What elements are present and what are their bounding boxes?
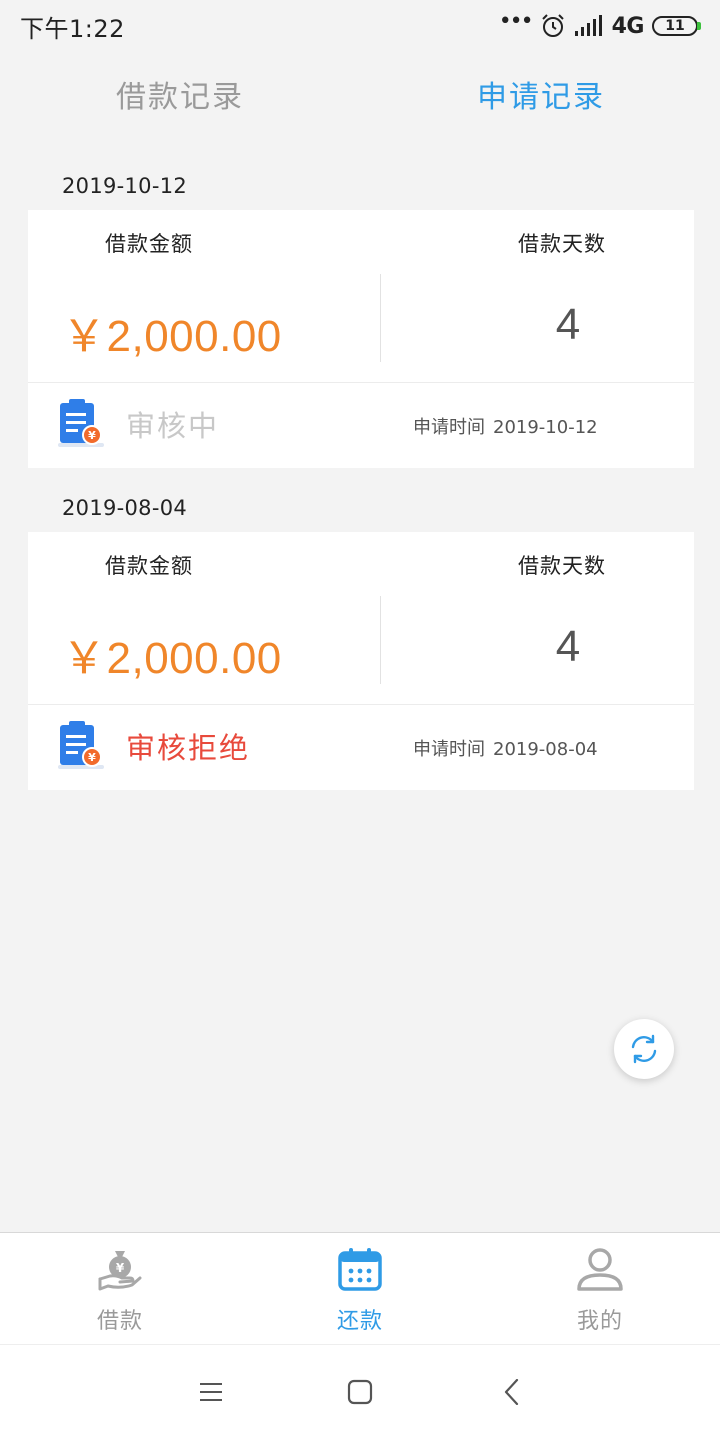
refresh-icon — [631, 1034, 657, 1064]
battery-tip — [697, 22, 701, 30]
status-badge: 审核中 — [126, 409, 220, 443]
bottom-nav: ¥ 借款 还款 我的 — [0, 1232, 720, 1344]
nav-label: 借款 — [96, 1309, 143, 1334]
home-icon[interactable] — [347, 1379, 373, 1405]
back-icon[interactable] — [499, 1379, 525, 1405]
days-value: 4 — [555, 300, 581, 349]
record-tabs: 借款记录 申请记录 — [0, 70, 720, 130]
record-date: 2019-10-12 — [62, 174, 188, 198]
days-value: 4 — [555, 622, 581, 671]
alarm-icon — [541, 14, 564, 37]
apply-time-label: 申请时间 — [413, 417, 485, 438]
calendar-icon — [338, 1248, 382, 1291]
apply-time-value: 2019-10-12 — [493, 417, 598, 438]
refresh-button[interactable] — [614, 1019, 674, 1079]
system-nav-bar — [0, 1344, 720, 1440]
network-type: 4G — [611, 13, 645, 39]
nav-label: 我的 — [576, 1309, 623, 1334]
record-summary: 借款金额 借款天数 ￥2,000.00 4 — [28, 532, 694, 704]
amount-value: ￥2,000.00 — [62, 634, 282, 683]
document-yuan-icon: ¥ — [58, 721, 104, 769]
nav-item-borrow[interactable]: ¥ 借款 — [40, 1233, 200, 1345]
svg-text:¥: ¥ — [116, 1261, 125, 1275]
user-icon — [577, 1248, 623, 1291]
days-label: 借款天数 — [518, 232, 606, 256]
amount-value: ￥2,000.00 — [62, 312, 282, 361]
status-bar: 下午1:22 ••• 4G 11 — [0, 0, 720, 52]
status-icons: ••• 4G 11 — [498, 9, 701, 39]
nav-item-mine[interactable]: 我的 — [520, 1233, 680, 1345]
apply-time-label: 申请时间 — [413, 739, 485, 760]
column-divider — [380, 596, 381, 684]
nav-label: 还款 — [336, 1309, 383, 1334]
apply-time: 申请时间 2019-10-12 — [413, 413, 598, 439]
svg-text:¥: ¥ — [88, 751, 96, 764]
record-card[interactable]: 借款金额 借款天数 ￥2,000.00 4 ¥ 审核中 申请时间 2019-10-… — [28, 210, 694, 468]
apply-time-value: 2019-08-04 — [493, 739, 598, 760]
status-badge: 审核拒绝 — [126, 731, 251, 765]
tab-loan-records[interactable]: 借款记录 — [60, 70, 300, 126]
record-status-row: ¥ 审核拒绝 申请时间 2019-08-04 — [28, 705, 694, 790]
column-divider — [380, 274, 381, 362]
more-dots-icon: ••• — [498, 9, 534, 34]
amount-label: 借款金额 — [105, 232, 193, 256]
amount-label: 借款金额 — [105, 554, 193, 578]
record-date: 2019-08-04 — [62, 496, 188, 520]
nav-item-repay[interactable]: 还款 — [280, 1233, 440, 1345]
record-status-row: ¥ 审核中 申请时间 2019-10-12 — [28, 383, 694, 468]
money-bag-hand-icon: ¥ — [98, 1251, 142, 1291]
apply-time: 申请时间 2019-08-04 — [413, 735, 598, 761]
status-time: 下午1:22 — [20, 14, 125, 43]
record-card[interactable]: 借款金额 借款天数 ￥2,000.00 4 ¥ 审核拒绝 申请时间 2019-08… — [28, 532, 694, 790]
signal-icon — [574, 15, 602, 36]
battery-level: 11 — [665, 18, 685, 34]
tab-application-records[interactable]: 申请记录 — [421, 70, 661, 126]
svg-text:¥: ¥ — [88, 429, 96, 442]
menu-icon[interactable] — [198, 1379, 224, 1405]
document-yuan-icon: ¥ — [58, 399, 104, 447]
days-label: 借款天数 — [518, 554, 606, 578]
record-summary: 借款金额 借款天数 ￥2,000.00 4 — [28, 210, 694, 382]
battery-icon: 11 — [652, 16, 701, 36]
